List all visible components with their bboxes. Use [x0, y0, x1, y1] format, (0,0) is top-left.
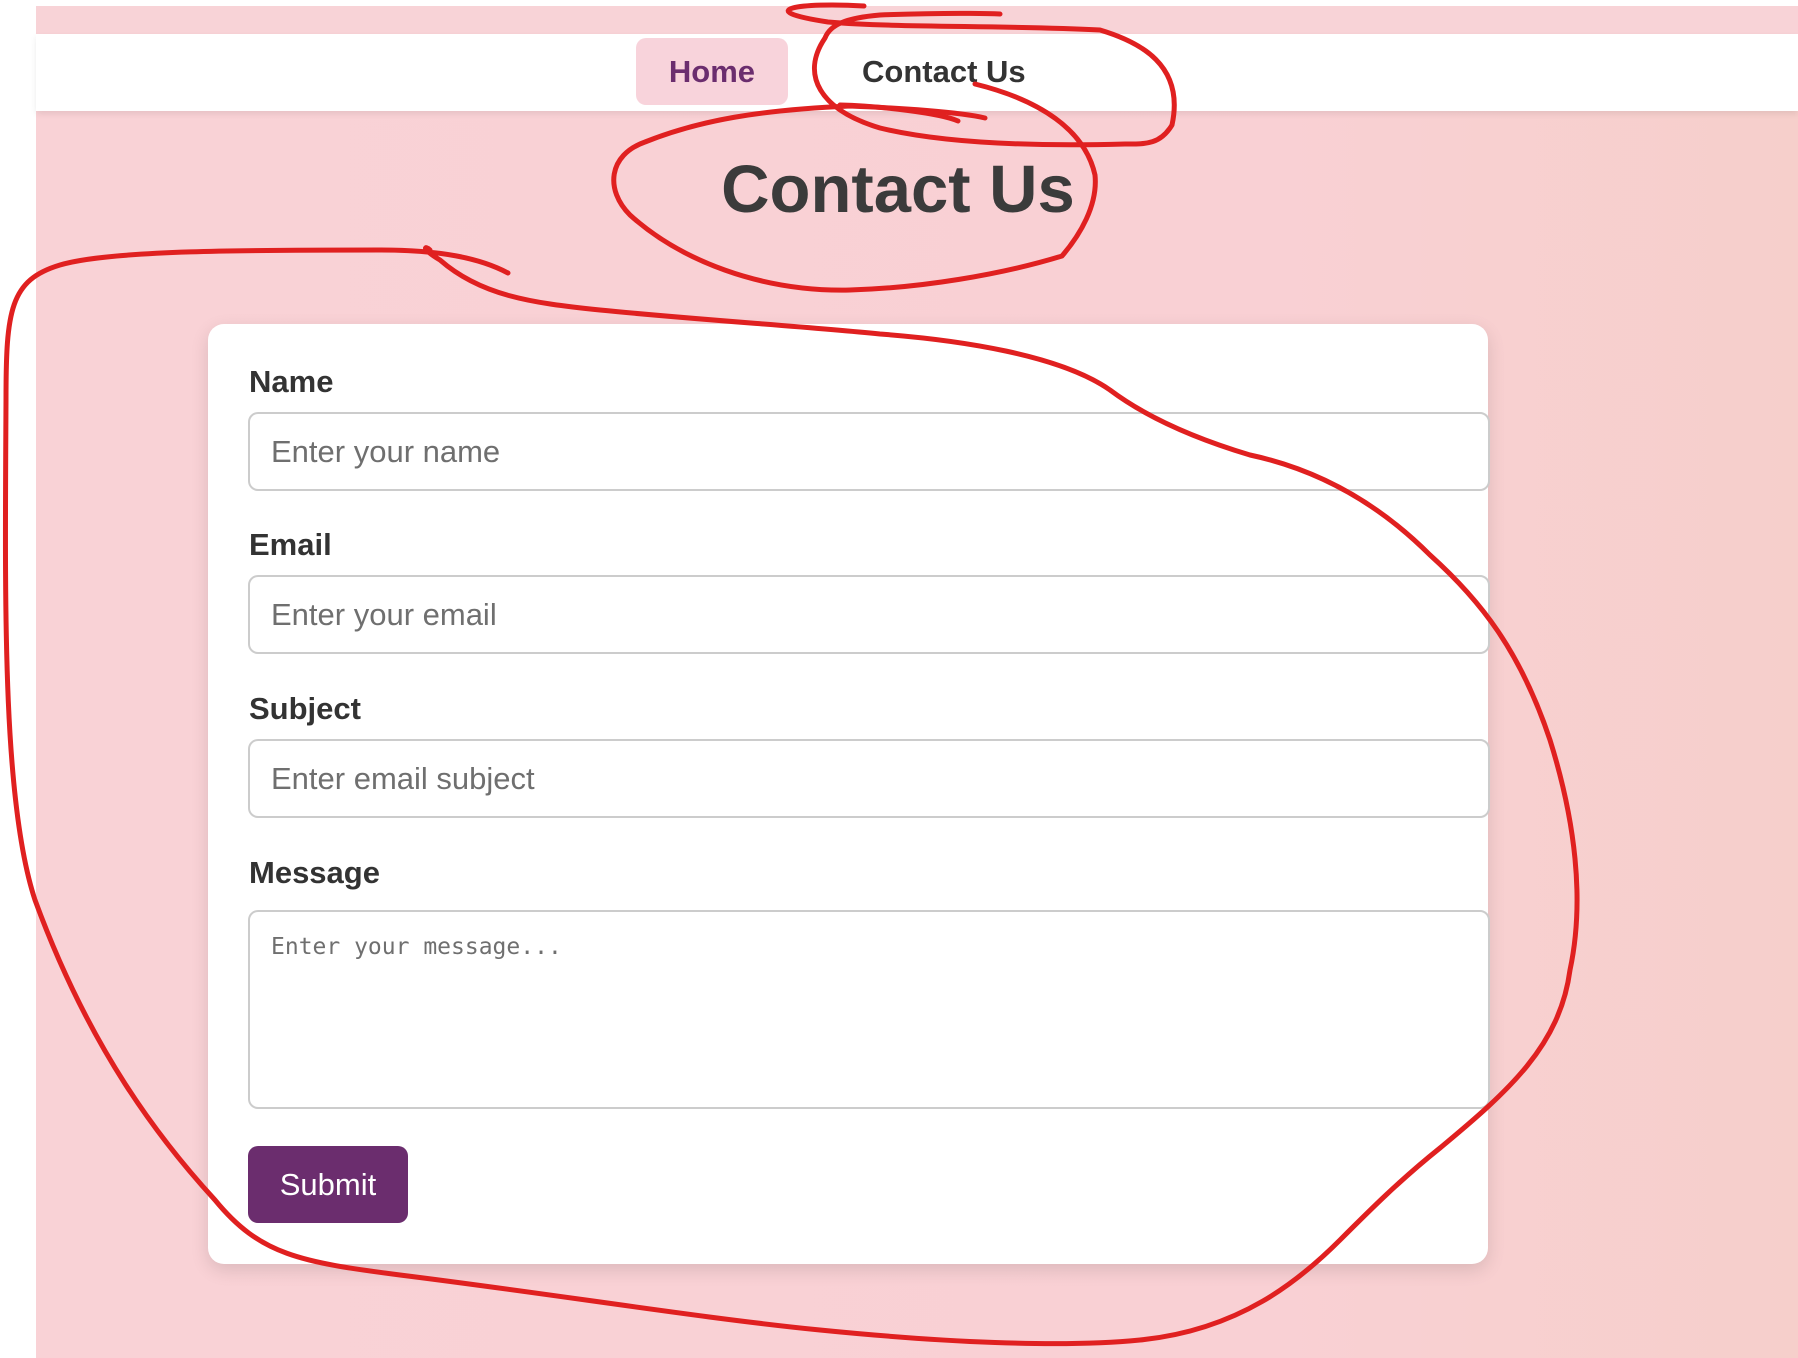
subject-input[interactable]: [248, 739, 1490, 818]
message-textarea[interactable]: [248, 910, 1490, 1109]
name-input[interactable]: [248, 412, 1490, 491]
email-input[interactable]: [248, 575, 1490, 654]
page-title: Contact Us: [0, 152, 1798, 228]
page-title-text: Contact Us: [721, 152, 1075, 227]
subject-label: Subject: [249, 691, 361, 726]
message-label: Message: [249, 855, 380, 890]
nav-contact-link[interactable]: Contact Us: [862, 38, 1026, 105]
nav-home-link[interactable]: Home: [636, 38, 788, 105]
contact-form-card: Name Email Subject Message Submit: [208, 324, 1490, 1264]
submit-button[interactable]: Submit: [248, 1146, 408, 1223]
navbar: Home Contact Us: [36, 34, 1798, 111]
top-strip: [36, 6, 1798, 34]
name-label: Name: [249, 364, 334, 399]
email-label: Email: [249, 527, 332, 562]
